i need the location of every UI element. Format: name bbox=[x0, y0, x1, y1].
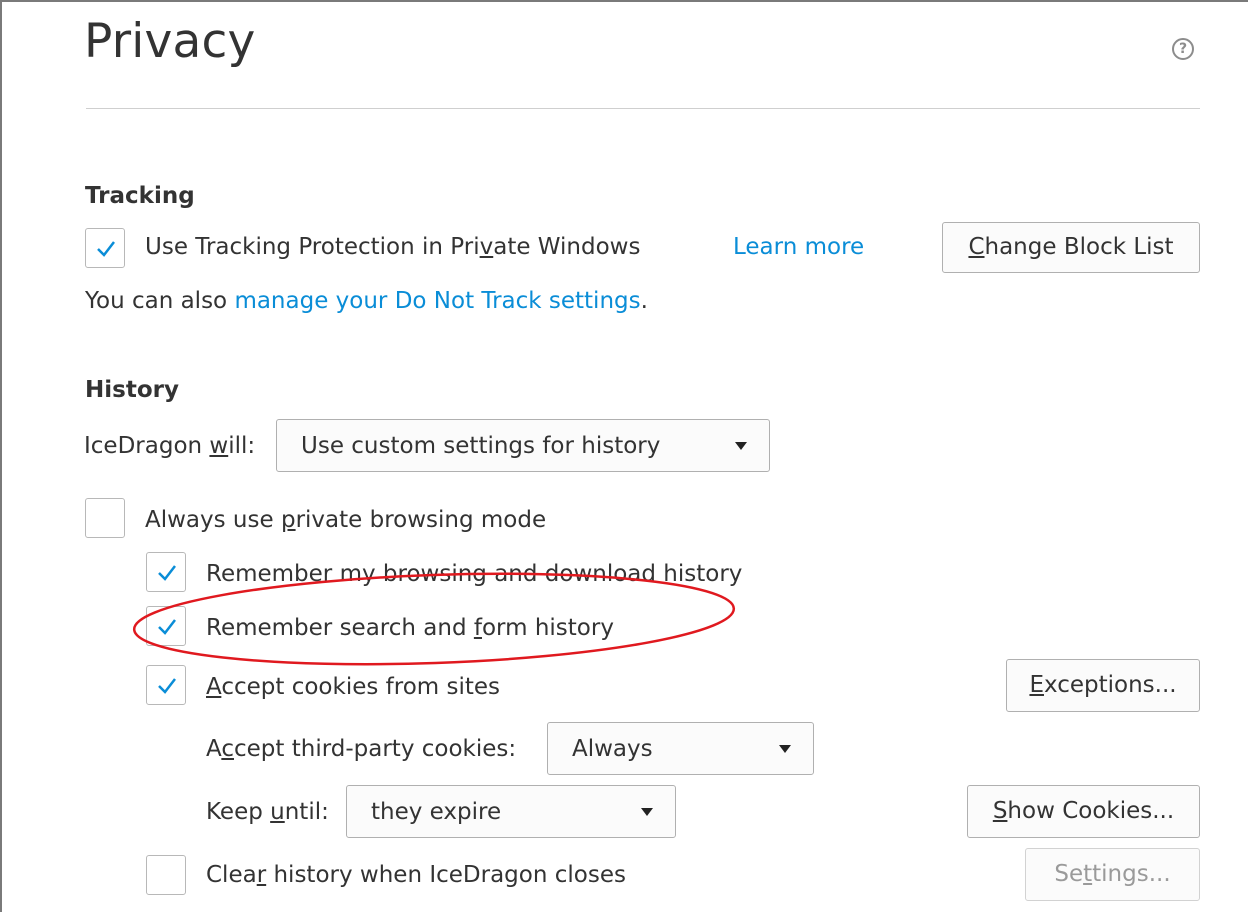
keep-until-value: they expire bbox=[371, 798, 502, 825]
checkmark-icon bbox=[158, 619, 176, 635]
clear-history-label: Clear history when IceDragon closes bbox=[206, 862, 626, 888]
dropdown-arrow-icon bbox=[641, 807, 653, 816]
always-private-checkbox[interactable] bbox=[85, 498, 125, 538]
dnt-settings-link[interactable]: manage your Do Not Track settings bbox=[234, 288, 640, 314]
remember-browsing-checkbox[interactable] bbox=[146, 552, 186, 592]
history-mode-select[interactable]: Use custom settings for history bbox=[276, 419, 770, 472]
question-circle-icon[interactable]: ? bbox=[1172, 38, 1194, 60]
clear-history-checkbox[interactable] bbox=[146, 855, 186, 895]
learn-more-link[interactable]: Learn more bbox=[733, 234, 864, 260]
clear-history-settings-button[interactable]: Settings... bbox=[1025, 848, 1200, 901]
accept-cookies-checkbox[interactable] bbox=[146, 665, 186, 705]
window-frame-left bbox=[0, 0, 2, 912]
third-party-value: Always bbox=[572, 735, 653, 762]
tracking-protection-checkbox[interactable] bbox=[85, 228, 125, 268]
third-party-label: Accept third-party cookies: bbox=[206, 736, 517, 762]
always-private-label: Always use private browsing mode bbox=[145, 507, 547, 533]
title-divider bbox=[86, 108, 1200, 109]
third-party-select[interactable]: Always bbox=[547, 722, 814, 775]
tracking-protection-label: Use Tracking Protection in Private Windo… bbox=[145, 234, 641, 260]
show-cookies-button[interactable]: Show Cookies... bbox=[967, 785, 1200, 838]
exceptions-button[interactable]: Exceptions... bbox=[1006, 659, 1200, 712]
remember-browsing-label: Remember my browsing and download histor… bbox=[206, 561, 743, 587]
page-title: Privacy bbox=[84, 14, 256, 69]
keep-until-select[interactable]: they expire bbox=[346, 785, 676, 838]
history-mode-label: IceDragon will: bbox=[84, 433, 256, 459]
dnt-suffix: . bbox=[640, 288, 648, 314]
remember-search-checkbox[interactable] bbox=[146, 606, 186, 646]
window-frame-top bbox=[0, 0, 1248, 2]
history-mode-value: Use custom settings for history bbox=[301, 432, 661, 459]
dnt-prefix: You can also bbox=[85, 288, 235, 314]
checkmark-icon bbox=[97, 241, 115, 257]
history-heading: History bbox=[85, 377, 179, 403]
change-block-list-button[interactable]: Change Block List bbox=[942, 222, 1200, 273]
dnt-text: You can also manage your Do Not Track se… bbox=[85, 288, 648, 314]
checkmark-icon bbox=[158, 678, 176, 694]
dropdown-arrow-icon bbox=[735, 441, 747, 450]
remember-search-label: Remember search and form history bbox=[206, 615, 614, 641]
tracking-heading: Tracking bbox=[85, 183, 195, 209]
checkmark-icon bbox=[158, 565, 176, 581]
keep-until-label: Keep until: bbox=[206, 799, 329, 825]
accept-cookies-label: Accept cookies from sites bbox=[206, 674, 501, 700]
dropdown-arrow-icon bbox=[779, 744, 791, 753]
